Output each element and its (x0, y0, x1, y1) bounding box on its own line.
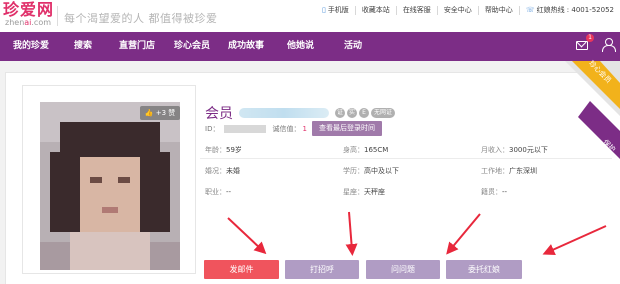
id-row: ID： 诚信值： 1 (205, 124, 307, 134)
nav-search[interactable]: 搜索 (74, 32, 92, 61)
verify-icons: 证 实 E 无网证 (335, 108, 396, 118)
profile-photo[interactable] (40, 102, 180, 270)
greet-button[interactable]: 打招呼 (285, 260, 359, 279)
info-zodiac: 星座：天秤座 (343, 188, 385, 196)
credit-value: 1 (302, 125, 307, 133)
help-link[interactable]: 帮助中心 (477, 6, 519, 15)
nav-stores[interactable]: 直营门店 (119, 32, 155, 61)
info-hometown: 籍贯：-- (481, 188, 508, 196)
profile-name-row: 会员 证 实 E 无网证 (205, 103, 396, 123)
likes-badge[interactable]: 👍 +3 赞 (140, 106, 180, 120)
info-workplace: 工作地：广东深圳 (481, 167, 537, 175)
support-link[interactable]: 在线客服 (395, 6, 437, 15)
nav-events[interactable]: 活动 (344, 32, 362, 61)
mail-icon (576, 41, 588, 50)
nav-actions: 1 (576, 34, 616, 52)
logo-chinese: 珍爱网 (3, 0, 55, 19)
info-marriage: 婚况：未婚 (205, 167, 240, 175)
ask-question-button[interactable]: 问问题 (366, 260, 440, 279)
email-verify-icon[interactable]: E (359, 108, 369, 118)
main-nav: 我的珍爱 搜索 直营门店 珍心会员 成功故事 他她说 活动 1 (0, 32, 620, 61)
network-verify-icon[interactable]: 无网证 (371, 108, 396, 118)
phone-call-icon: ☏ (525, 6, 535, 14)
logo-english: zhenai.com (5, 18, 52, 27)
info-divider (200, 158, 612, 159)
nav-success-stories[interactable]: 成功故事 (228, 32, 264, 61)
id-verify-icon[interactable]: 证 (335, 108, 345, 118)
info-job: 职业：-- (205, 188, 232, 196)
mail-count-badge: 1 (586, 34, 594, 42)
top-header: 珍爱网 zhenai.com 每个渴望爱的人 都值得被珍爱 ▯ 手机版 收藏本站 … (0, 0, 620, 32)
send-mail-button[interactable]: 发邮件 (204, 260, 279, 279)
hotline: ☏ 红娘热线 : 4001-52052 (518, 6, 620, 15)
site-logo[interactable]: 珍爱网 zhenai.com (3, 1, 54, 27)
member-name: 会员 (205, 106, 233, 122)
mail-button[interactable]: 1 (576, 34, 594, 50)
matchmaker-button[interactable]: 委托红娘 (446, 260, 522, 279)
id-redacted (224, 125, 267, 133)
user-icon[interactable] (602, 38, 616, 52)
slogan: 每个渴望爱的人 都值得被珍爱 (64, 12, 218, 25)
header-divider (57, 6, 58, 26)
top-links: ▯ 手机版 收藏本站 在线客服 安全中心 帮助中心 ☏ 红娘热线 : 4001-52… (316, 6, 620, 15)
favorite-link[interactable]: 收藏本站 (354, 6, 396, 15)
info-education: 学历：高中及以下 (343, 167, 399, 175)
mobile-link[interactable]: ▯ 手机版 (316, 6, 355, 15)
info-height: 身高：165CM (343, 146, 389, 154)
thumbs-up-icon: 👍 (144, 109, 154, 117)
id-label: ID： (205, 125, 220, 133)
credit-label: 诚信值： (272, 125, 301, 133)
info-age: 年龄：59岁 (205, 146, 242, 154)
phone-icon: ▯ (321, 6, 326, 14)
nav-my-zhenai[interactable]: 我的珍爱 (13, 32, 49, 61)
info-income: 月收入：3000元以下 (481, 146, 548, 154)
safety-link[interactable]: 安全中心 (436, 6, 478, 15)
realname-verify-icon[interactable]: 实 (347, 108, 357, 118)
nav-membership[interactable]: 珍心会员 (174, 32, 210, 61)
nav-they-say[interactable]: 他她说 (287, 32, 314, 61)
last-login-button[interactable]: 查看最后登录时间 (312, 121, 382, 136)
name-redacted (239, 108, 329, 118)
